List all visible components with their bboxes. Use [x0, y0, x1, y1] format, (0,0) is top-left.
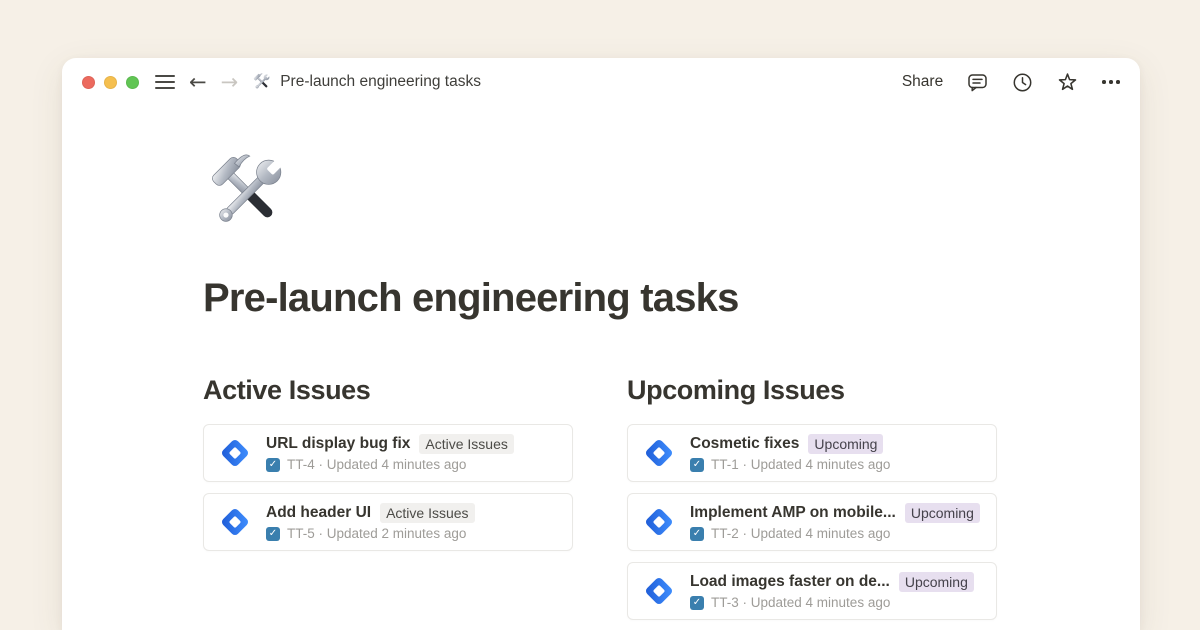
card-meta-text: TT-3 · Updated 4 minutes ago [711, 595, 890, 610]
comments-icon[interactable] [967, 72, 988, 93]
card-title: Cosmetic fixes [690, 435, 799, 453]
sidebar-toggle-icon[interactable] [155, 75, 175, 90]
issue-card[interactable]: Load images faster on de... Upcoming ✓ T… [627, 562, 997, 620]
issue-card[interactable]: Add header UI Active Issues ✓ TT-5 · Upd… [203, 493, 573, 551]
titlebar-actions: Share [902, 72, 1120, 93]
checked-checkbox-icon[interactable]: ✓ [690, 458, 704, 472]
minimize-window-button[interactable] [104, 76, 117, 89]
more-options-icon[interactable] [1102, 72, 1120, 93]
card-meta-text: TT-5 · Updated 2 minutes ago [287, 526, 466, 541]
zoom-window-button[interactable] [126, 76, 139, 89]
card-badge: Active Issues [380, 503, 474, 524]
jira-icon [640, 503, 678, 541]
card-badge: Active Issues [419, 434, 513, 455]
card-list: URL display bug fix Active Issues ✓ TT-4… [203, 424, 573, 551]
issues-column: Upcoming Issues Cosmetic fixes Upcoming … [627, 375, 997, 630]
issues-column: Active Issues URL display bug fix Active… [203, 375, 573, 630]
card-badge: Upcoming [905, 503, 980, 524]
issue-card[interactable]: Implement AMP on mobile... Upcoming ✓ TT… [627, 493, 997, 551]
window-titlebar: ← → Pre-launch engineering tasks Share [62, 58, 1140, 106]
close-window-button[interactable] [82, 76, 95, 89]
checked-checkbox-icon[interactable]: ✓ [690, 527, 704, 541]
breadcrumb-page-title[interactable]: Pre-launch engineering tasks [280, 73, 481, 91]
app-window: ← → Pre-launch engineering tasks Share [62, 58, 1140, 630]
checked-checkbox-icon[interactable]: ✓ [690, 596, 704, 610]
issue-card[interactable]: URL display bug fix Active Issues ✓ TT-4… [203, 424, 573, 482]
checked-checkbox-icon[interactable]: ✓ [266, 527, 280, 541]
card-badge: Upcoming [899, 572, 974, 593]
issue-card[interactable]: Cosmetic fixes Upcoming ✓ TT-1 · Updated… [627, 424, 997, 482]
page-emoji-hammer-and-wrench[interactable] [203, 148, 293, 238]
jira-icon [216, 434, 254, 472]
section-heading[interactable]: Upcoming Issues [627, 375, 997, 406]
card-meta-text: TT-1 · Updated 4 minutes ago [711, 457, 890, 472]
card-meta-text: TT-2 · Updated 4 minutes ago [711, 526, 890, 541]
clock-history-icon[interactable] [1012, 72, 1033, 93]
card-title: Add header UI [266, 504, 371, 522]
card-title: URL display bug fix [266, 435, 410, 453]
hammer-wrench-icon [252, 72, 272, 92]
jira-icon [640, 434, 678, 472]
page-title[interactable]: Pre-launch engineering tasks [203, 276, 1140, 321]
columns: Active Issues URL display bug fix Active… [203, 375, 1140, 630]
forward-arrow-icon[interactable]: → [221, 72, 239, 93]
checked-checkbox-icon[interactable]: ✓ [266, 458, 280, 472]
card-list: Cosmetic fixes Upcoming ✓ TT-1 · Updated… [627, 424, 997, 620]
card-title: Implement AMP on mobile... [690, 504, 896, 522]
card-title: Load images faster on de... [690, 573, 890, 591]
jira-icon [216, 503, 254, 541]
star-favorite-icon[interactable] [1057, 72, 1078, 93]
traffic-lights [82, 76, 139, 89]
page-content: Pre-launch engineering tasks Active Issu… [62, 106, 1140, 630]
jira-icon [640, 572, 678, 610]
share-button[interactable]: Share [902, 73, 943, 91]
back-arrow-icon[interactable]: ← [189, 72, 207, 93]
card-badge: Upcoming [808, 434, 883, 455]
section-heading[interactable]: Active Issues [203, 375, 573, 406]
card-meta-text: TT-4 · Updated 4 minutes ago [287, 457, 466, 472]
